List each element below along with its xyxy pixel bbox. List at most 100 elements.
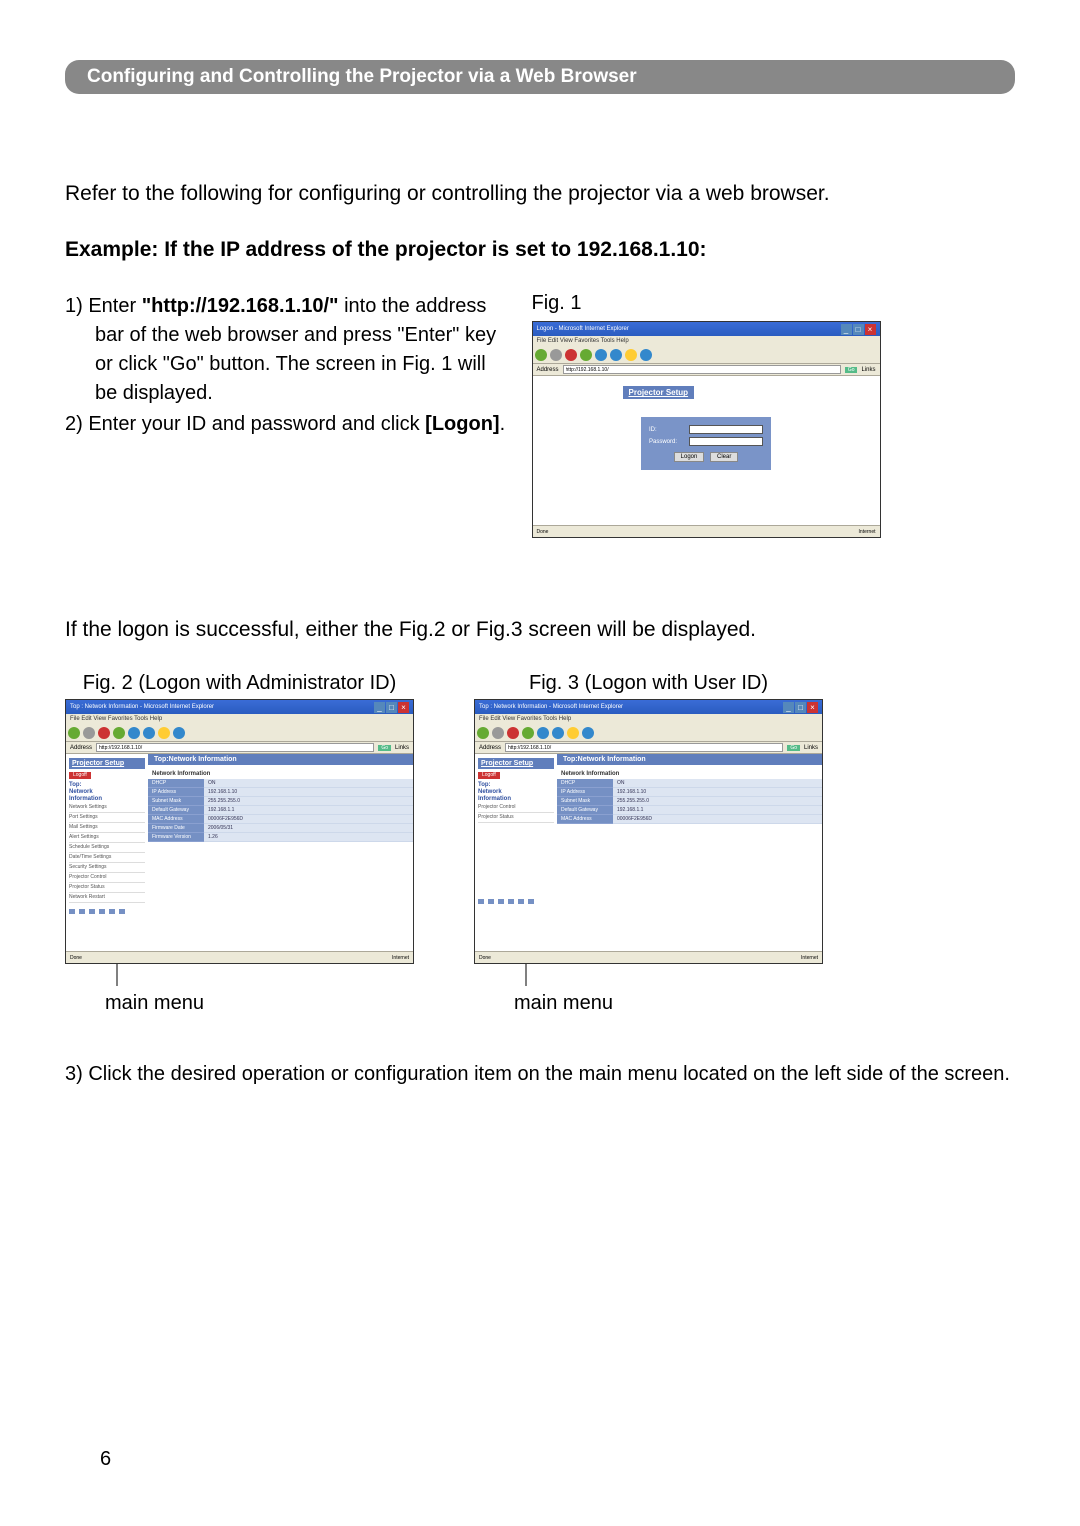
section-header: Configuring and Controlling the Projecto… — [65, 60, 1015, 94]
table-row: Default Gateway192.168.1.1 — [148, 806, 413, 815]
address-input[interactable] — [563, 365, 841, 374]
success-text: If the logon is successful, either the F… — [65, 618, 1015, 642]
go-button[interactable]: Go — [845, 367, 858, 373]
toolbar — [533, 346, 880, 364]
page-number: 6 — [100, 1448, 111, 1471]
maximize-icon: □ — [386, 702, 397, 713]
minimize-icon: _ — [841, 324, 852, 335]
table-row: DHCPON — [148, 779, 413, 788]
statusbar: Done Internet — [533, 525, 880, 537]
main-menu-label: main menu — [514, 992, 823, 1015]
section-title: Configuring and Controlling the Projecto… — [87, 66, 637, 87]
sidebar-item[interactable]: Security Settings — [69, 863, 145, 873]
sidebar-admin: Projector Setup Logoff Top: Network Info… — [66, 754, 148, 963]
step-1-url: "http://192.168.1.10/" — [142, 295, 339, 317]
window-controls: _□× — [841, 324, 876, 335]
search-icon — [552, 727, 564, 739]
address-input[interactable] — [96, 743, 374, 752]
step-3: 3) Click the desired operation or config… — [65, 1060, 1015, 1089]
home-icon — [537, 727, 549, 739]
projector-setup-title: Projector Setup — [623, 386, 695, 399]
forward-icon — [492, 727, 504, 739]
stop-icon — [565, 349, 577, 361]
fig3-caption: Fig. 3 (Logon with User ID) — [474, 672, 823, 695]
table-row: Subnet Mask255.255.255.0 — [148, 797, 413, 806]
fig2-caption: Fig. 2 (Logon with Administrator ID) — [65, 672, 414, 695]
sidebar-item[interactable]: Projector Status — [69, 883, 145, 893]
main-title: Top:Network Information — [557, 754, 822, 765]
example-heading: Example: If the IP address of the projec… — [65, 238, 1015, 262]
refresh-icon — [522, 727, 534, 739]
main-menu-label: main menu — [105, 992, 414, 1015]
home-icon — [595, 349, 607, 361]
logon-button[interactable]: Logon — [674, 452, 705, 462]
main-title: Top:Network Information — [148, 754, 413, 765]
password-label: Password: — [649, 439, 689, 445]
close-icon: × — [398, 702, 409, 713]
table-row: Subnet Mask255.255.255.0 — [557, 797, 822, 806]
back-icon — [535, 349, 547, 361]
search-icon — [143, 727, 155, 739]
refresh-icon — [113, 727, 125, 739]
fig2-screenshot: Top : Network Information - Microsoft In… — [65, 699, 414, 964]
address-input[interactable] — [505, 743, 783, 752]
id-label: ID: — [649, 427, 689, 433]
favorites-icon — [625, 349, 637, 361]
history-icon — [640, 349, 652, 361]
sidebar-item[interactable]: Network Settings — [69, 803, 145, 813]
logon-content: Projector Setup ID: Password: Logon — [533, 376, 880, 490]
intro-text: Refer to the following for configuring o… — [65, 179, 1015, 208]
logon-form: ID: Password: Logon Clear — [641, 417, 771, 470]
search-icon — [610, 349, 622, 361]
password-input[interactable] — [689, 437, 763, 446]
go-button[interactable]: Go — [378, 745, 391, 751]
sidebar-item[interactable]: Network Restart — [69, 893, 145, 903]
logoff-button[interactable]: Logoff — [478, 772, 500, 779]
table-row: DHCPON — [557, 779, 822, 788]
fig1-screenshot: Logon - Microsoft Internet Explorer _□× … — [532, 321, 881, 538]
table-row: MAC Address00006F2E956D — [557, 815, 822, 824]
favorites-icon — [158, 727, 170, 739]
sidebar-item[interactable]: Port Settings — [69, 813, 145, 823]
step-list: 1) Enter "http://192.168.1.10/" into the… — [65, 292, 512, 439]
table-row: Default Gateway192.168.1.1 — [557, 806, 822, 815]
maximize-icon: □ — [795, 702, 806, 713]
minimize-icon: _ — [374, 702, 385, 713]
sidebar-item[interactable]: Date/Time Settings — [69, 853, 145, 863]
sidebar-item[interactable]: Schedule Settings — [69, 843, 145, 853]
table-row: Firmware Date2006/05/31 — [148, 824, 413, 833]
titlebar: Logon - Microsoft Internet Explorer _□× — [533, 322, 880, 336]
sidebar-item[interactable]: Alert Settings — [69, 833, 145, 843]
table-row: MAC Address00006F2E956D — [148, 815, 413, 824]
close-icon: × — [807, 702, 818, 713]
favorites-icon — [567, 727, 579, 739]
sidebar-item[interactable]: Projector Control — [69, 873, 145, 883]
addressbar: Address Go Links — [533, 364, 880, 376]
close-icon: × — [865, 324, 876, 335]
sidebar-item[interactable]: Projector Status — [478, 813, 554, 823]
table-row: IP Address192.168.1.10 — [557, 788, 822, 797]
forward-icon — [550, 349, 562, 361]
history-icon — [173, 727, 185, 739]
table-row: IP Address192.168.1.10 — [148, 788, 413, 797]
clear-button[interactable]: Clear — [710, 452, 738, 462]
id-input[interactable] — [689, 425, 763, 434]
logoff-button[interactable]: Logoff — [69, 772, 91, 779]
table-row: Firmware Version1.26 — [148, 833, 413, 842]
sidebar-user: Projector Setup Logoff Top: Network Info… — [475, 754, 557, 963]
step-2-button: [Logon] — [425, 413, 499, 435]
history-icon — [582, 727, 594, 739]
back-icon — [68, 727, 80, 739]
stop-icon — [98, 727, 110, 739]
step-1: 1) Enter "http://192.168.1.10/" into the… — [65, 292, 512, 408]
refresh-icon — [580, 349, 592, 361]
fig1-label: Fig. 1 — [532, 292, 1016, 315]
minimize-icon: _ — [783, 702, 794, 713]
sidebar-item[interactable]: Mail Settings — [69, 823, 145, 833]
sidebar-item[interactable]: Projector Control — [478, 803, 554, 813]
menubar: File Edit View Favorites Tools Help — [533, 336, 880, 346]
forward-icon — [83, 727, 95, 739]
go-button[interactable]: Go — [787, 745, 800, 751]
back-icon — [477, 727, 489, 739]
home-icon — [128, 727, 140, 739]
